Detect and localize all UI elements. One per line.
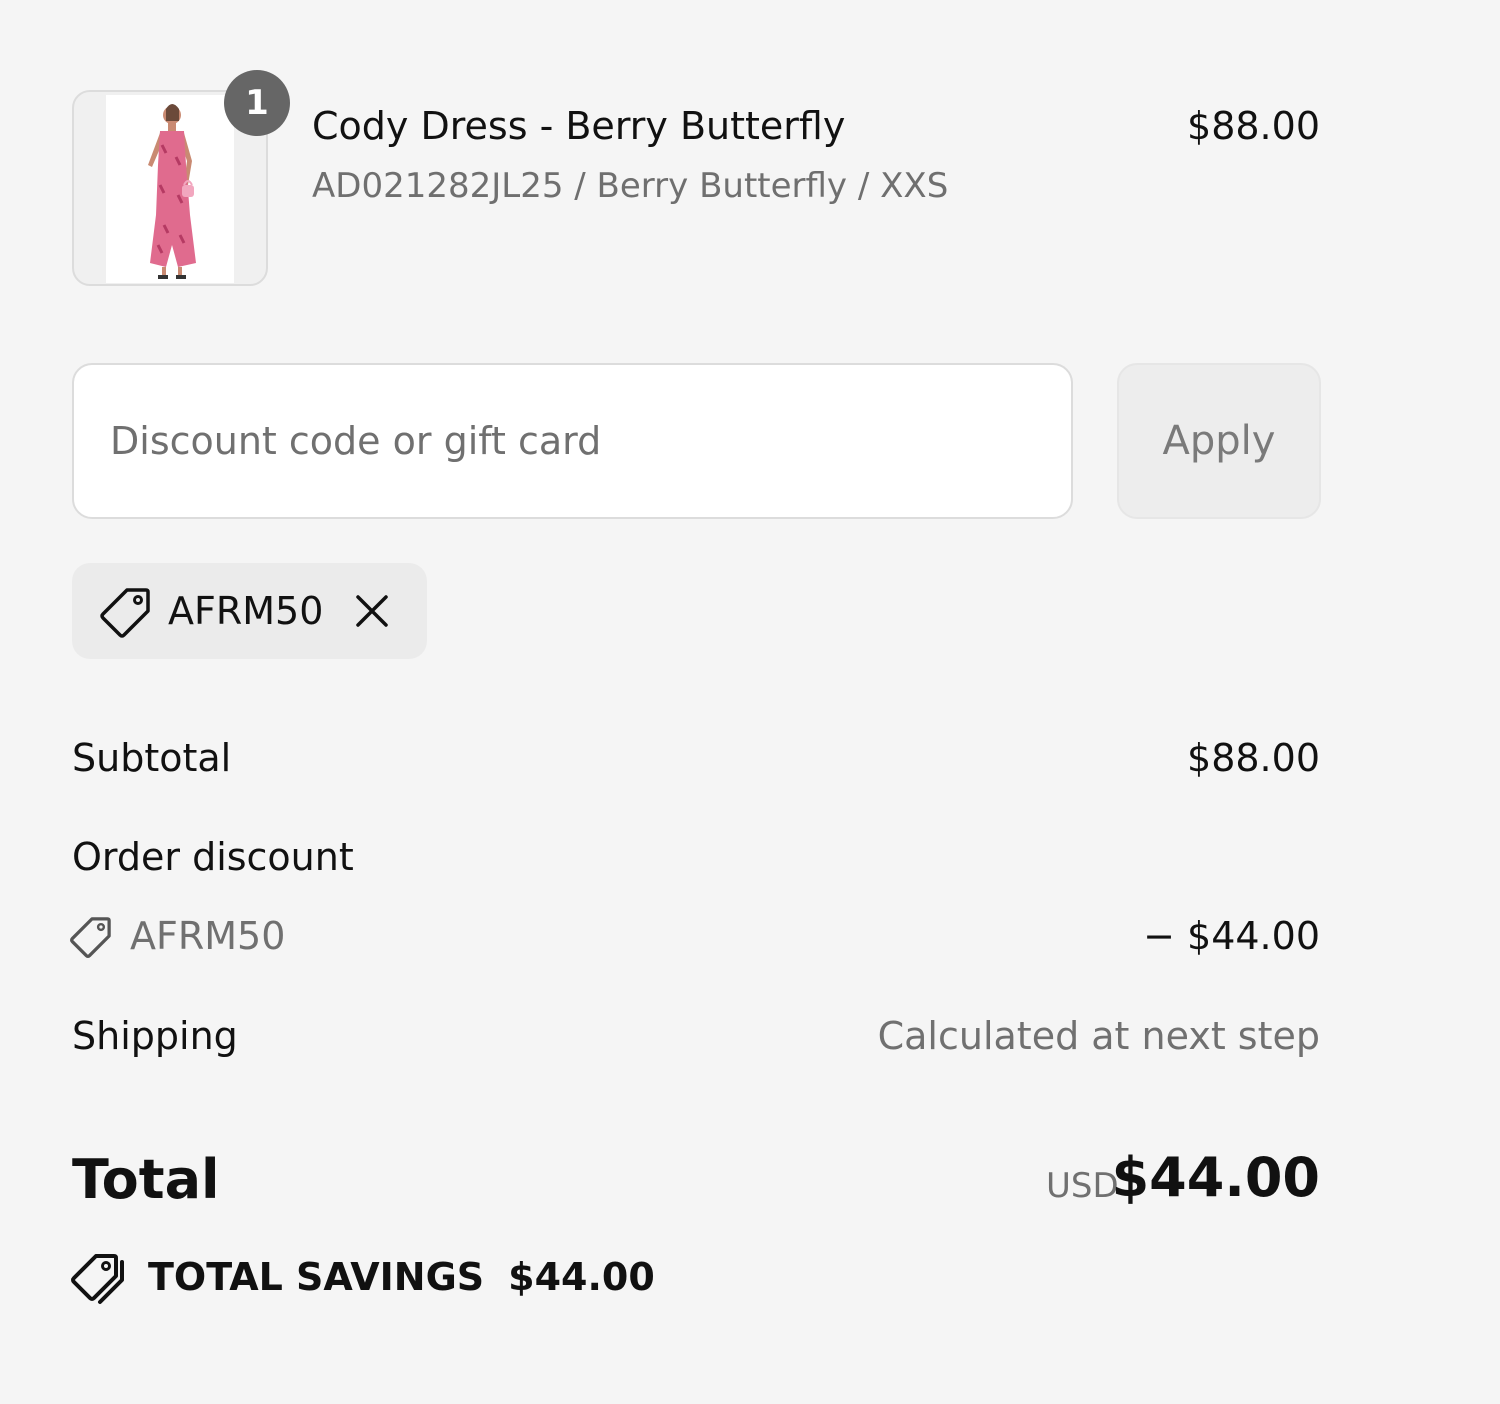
applied-discount-code: AFRM50 xyxy=(168,589,324,633)
product-variant: AD021282JL25 / Berry Butterfly / XXS xyxy=(312,166,949,206)
tag-icon xyxy=(100,588,150,638)
total-savings-amount: $44.00 xyxy=(508,1255,655,1299)
total-currency: USD xyxy=(1046,1166,1119,1206)
shipping-value: Calculated at next step xyxy=(877,1014,1320,1058)
apply-button[interactable]: Apply xyxy=(1117,363,1321,519)
applied-discount-chip: AFRM50 xyxy=(72,563,427,659)
total-savings-label: TOTAL SAVINGS xyxy=(148,1255,485,1299)
subtotal-label: Subtotal xyxy=(72,736,232,780)
order-discount-label: Order discount xyxy=(72,835,354,879)
remove-discount-button[interactable] xyxy=(351,590,393,632)
product-price: $88.00 xyxy=(1187,104,1320,148)
quantity-badge: 1 xyxy=(224,70,290,136)
shipping-label: Shipping xyxy=(72,1014,238,1058)
savings-tags-icon xyxy=(71,1254,124,1304)
order-summary: 1 Cody Dress - Berry Butterfly AD021282J… xyxy=(0,0,1500,1404)
total-label: Total xyxy=(72,1148,220,1211)
discount-code-input[interactable] xyxy=(72,363,1073,519)
total-amount: $44.00 xyxy=(1111,1146,1320,1209)
close-icon xyxy=(356,595,389,627)
order-discount-code: AFRM50 xyxy=(130,914,286,958)
order-discount-code-line: AFRM50 xyxy=(70,914,285,958)
tag-icon xyxy=(70,917,111,958)
product-name: Cody Dress - Berry Butterfly xyxy=(312,104,846,148)
order-discount-value: − $44.00 xyxy=(1143,914,1320,958)
product-image xyxy=(106,95,234,283)
subtotal-value: $88.00 xyxy=(1187,736,1320,780)
dress-figure-icon xyxy=(148,104,196,279)
total-savings-line: TOTAL SAVINGS $44.00 xyxy=(70,1248,655,1306)
